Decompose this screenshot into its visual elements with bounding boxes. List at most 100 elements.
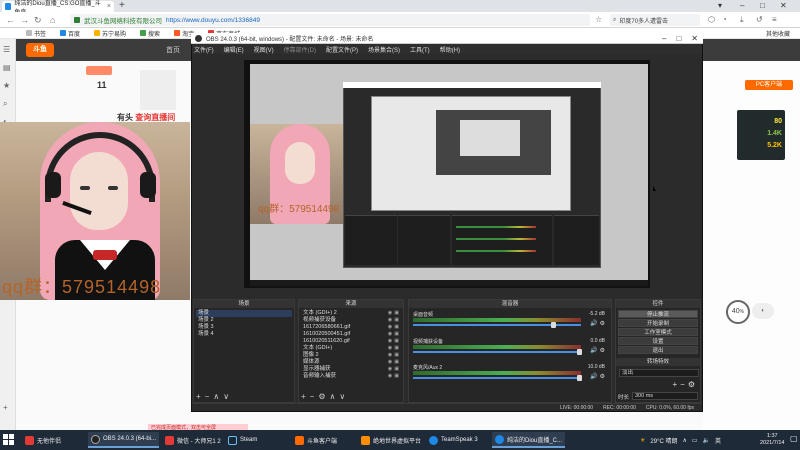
transition-settings-icon[interactable]: ⚙ [688,380,698,389]
speed-icon[interactable]: ◔ [722,15,727,24]
obs-maximize-icon[interactable]: □ [676,34,681,43]
volume-slider-handle[interactable] [577,349,582,355]
channel-settings-icon[interactable]: ⚙ [600,321,607,327]
obs-close-icon[interactable]: ✕ [691,34,698,43]
taskbar-clock[interactable]: 1:37 2021/7/14 [760,433,784,447]
scene-item[interactable]: 场景 2 [196,317,292,324]
gauge-toggle[interactable]: ◐ [752,303,774,319]
download-icon[interactable]: ⤓ [740,15,744,25]
menu-scene-collection[interactable]: 场景集合(S) [368,45,400,54]
bookmark-item[interactable]: 苏宁易购 [94,29,126,38]
exit-button[interactable]: 退出 [618,346,698,354]
menu-help[interactable]: 帮助(H) [440,45,460,54]
home-icon[interactable]: ⌂ [50,15,55,25]
duration-input[interactable]: 300 ms [632,392,698,400]
source-item[interactable]: 1617206580661.gif ◉▣ [301,324,401,331]
source-item[interactable]: 显示器捕获 ◉▣ [301,366,401,373]
visibility-lock-icons[interactable]: ◉▣ [388,359,401,366]
source-settings-icon[interactable]: ⚙ [318,392,329,401]
menu-edit[interactable]: 编辑(E) [224,45,244,54]
douyu-logo[interactable]: 斗鱼 [26,43,54,57]
taskbar-app[interactable]: 纯洁的Diou直播_C... [492,432,566,448]
taskbar-app[interactable]: 无他伴侣 [22,432,64,448]
move-up-icon[interactable]: ∧ [213,392,223,401]
speaker-icon[interactable]: 🔊 [590,321,599,327]
volume-icon[interactable]: 🔈 [703,437,710,444]
move-down-icon[interactable]: ∨ [223,392,233,401]
start-recording-button[interactable]: 开始录制 [618,319,698,327]
star-icon[interactable]: ☆ [595,15,602,24]
tab-list-icon[interactable]: ▾ [718,1,722,10]
menu-docks[interactable]: 停靠部件(D) [284,45,316,54]
menu-view[interactable]: 视图(V) [254,45,274,54]
transition-select[interactable]: 淡出 [619,369,699,377]
visibility-lock-icons[interactable]: ◉▣ [388,338,401,345]
scene-item[interactable]: 场景 3 [196,324,292,331]
add-scene-icon[interactable]: + [196,392,205,401]
sidebar-bookmark-icon[interactable]: ★ [3,81,10,90]
add-transition-icon[interactable]: + [672,380,680,389]
tray-expand-icon[interactable]: ∧ [682,437,686,444]
network-icon[interactable]: ▭ [692,437,698,444]
taskbar-app[interactable]: OBS 24.0.3 (64-bi... [88,432,160,448]
promo-card[interactable] [140,70,176,110]
douyu-home-link[interactable]: 首页 [166,45,180,55]
visibility-lock-icons[interactable]: ◉▣ [388,324,401,331]
sidebar-search-icon[interactable]: ⌕ [3,99,7,109]
visibility-lock-icons[interactable]: ◉▣ [388,352,401,359]
extension-icon[interactable]: ⬡ [708,15,715,24]
bookmark-item[interactable]: 百度 [60,29,80,38]
taskbar-app[interactable]: 绝地世界虚拟平台 [358,432,424,448]
forward-icon[interactable]: → [20,15,29,25]
menu-tools[interactable]: 工具(T) [410,45,430,54]
source-item[interactable]: 视频捕获设备 ◉▣ [301,317,401,324]
remove-transition-icon[interactable]: − [680,380,688,389]
move-down-icon[interactable]: ∨ [339,392,349,401]
settings-button[interactable]: 设置 [618,337,698,345]
volume-slider[interactable] [413,351,581,353]
stop-stream-button[interactable]: 停止推流 [618,310,698,318]
scene-item[interactable]: 场景 4 [196,331,292,338]
visibility-lock-icons[interactable]: ◉▣ [388,366,401,373]
maximize-icon[interactable]: □ [760,1,765,10]
menu-icon[interactable]: ≡ [772,15,777,24]
taskbar-app[interactable]: TeamSpeak 3 [426,432,481,448]
volume-slider[interactable] [413,377,581,379]
visibility-lock-icons[interactable]: ◉▣ [388,345,401,352]
browser-tab-active[interactable]: 纯洁的Diou直播_CS:GO直播_斗鱼直 × [2,1,114,16]
channel-settings-icon[interactable]: ⚙ [600,374,607,380]
bookmark-item[interactable]: 书签 [26,29,46,38]
source-item[interactable]: 媒体源 ◉▣ [301,359,401,366]
address-field[interactable]: 武汉斗鱼网络科技有限公司 https://www.douyu.com/13368… [70,14,590,26]
channel-settings-icon[interactable]: ⚙ [600,348,607,354]
taskbar-app[interactable]: Steam [225,432,260,448]
source-item[interactable]: 图像 2 ◉▣ [301,352,401,359]
volume-slider-handle[interactable] [551,322,556,328]
notification-icon[interactable]: ▢ [790,434,798,443]
new-tab-button[interactable]: + [119,1,125,11]
taskbar-app[interactable]: 斗鱼客户端 [292,432,340,448]
sidebar-add-icon[interactable]: + [3,403,8,412]
other-bookmarks[interactable]: 其他收藏 [766,29,790,38]
search-box[interactable]: ⌕ 印度70多人遭雷击 [610,14,700,26]
visibility-lock-icons[interactable]: ◉▣ [388,310,401,317]
speaker-icon[interactable]: 🔊 [590,374,599,380]
source-item[interactable]: 文本 (GDI+) ◉▣ [301,345,401,352]
windows-start-icon[interactable] [3,434,14,445]
source-item[interactable]: 1610020511620.gif ◉▣ [301,338,401,345]
source-item[interactable]: 音频输入捕获 ◉▣ [301,373,401,380]
speaker-icon[interactable]: 🔊 [590,348,599,354]
menu-file[interactable]: 文件(F) [194,45,214,54]
promo-badge[interactable] [86,66,112,75]
anchor-query[interactable]: 查询直播间 [135,113,175,122]
taskbar-app[interactable]: 微信 - 大师兄1 2 [162,432,224,448]
back-icon[interactable]: ← [6,15,15,25]
source-item[interactable]: 1610020500451.gif ◉▣ [301,331,401,338]
close-window-icon[interactable]: ✕ [780,1,787,10]
cpu-gauge[interactable]: 40% [726,300,750,324]
scene-item[interactable]: 场景 [196,310,292,317]
obs-minimize-icon[interactable]: – [662,34,666,43]
visibility-lock-icons[interactable]: ◉▣ [388,331,401,338]
source-item[interactable]: 文本 (GDI+) 2 ◉▣ [301,310,401,317]
weather-text[interactable]: 29°C 晴朗 [650,436,677,445]
